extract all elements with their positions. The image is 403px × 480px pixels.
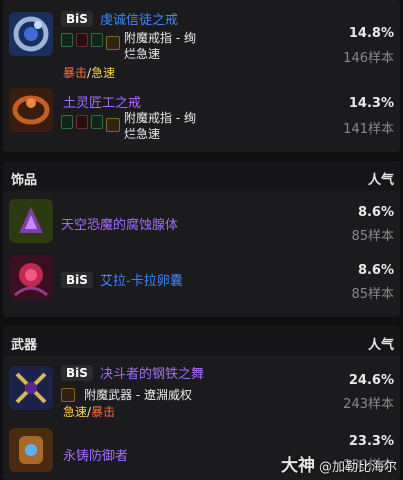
enchant-text: 附魔武器 - 遼淵威权 xyxy=(84,388,193,402)
ring-icon xyxy=(9,12,53,56)
popularity-percent: 23.3% xyxy=(348,434,394,449)
popularity-percent: 14.3% xyxy=(348,96,394,111)
enchant-icon xyxy=(106,35,120,50)
item-name[interactable]: 决斗者的钢铁之舞 xyxy=(100,367,204,382)
sample-count: 243样本 xyxy=(343,397,394,412)
popularity-header[interactable]: 人气 xyxy=(368,334,394,353)
trinkets-panel: 饰品 人气 天空恐魔的腐蚀腺体 8.6% 85样本 BiS 艾拉-卡拉卵囊 8.… xyxy=(3,161,400,317)
ring-icon xyxy=(9,88,53,132)
enchant-text: 烂急速 xyxy=(124,127,161,141)
weapon-icon xyxy=(9,366,53,410)
popularity-percent: 24.6% xyxy=(348,373,394,388)
item-name[interactable]: 天空恐魔的腐蚀腺体 xyxy=(61,218,178,233)
stat-crit: 暴击 xyxy=(63,66,88,80)
section-header: 饰品 人气 xyxy=(3,161,400,191)
section-header: 武器 人气 xyxy=(3,326,400,356)
list-item[interactable]: 天空恐魔的腐蚀腺体 8.6% 85样本 xyxy=(3,195,400,251)
gem-icon xyxy=(76,33,88,47)
trinket-icon xyxy=(9,255,53,299)
gem-icon xyxy=(61,33,73,47)
item-name[interactable]: 艾拉-卡拉卵囊 xyxy=(100,274,183,289)
enchant-text: 附魔戒指 - 绚 xyxy=(124,31,196,45)
gem-icon xyxy=(61,115,73,129)
watermark-brand: 大神 xyxy=(280,456,315,476)
item-name[interactable]: 虔诚信徒之戒 xyxy=(100,13,178,28)
watermark: 大神 @加勒比海尔 xyxy=(281,451,397,476)
item-name[interactable]: 土灵匠工之戒 xyxy=(63,96,141,111)
stat-haste: 急速 xyxy=(63,405,88,419)
enchant-icon xyxy=(106,117,120,132)
gem-icon xyxy=(91,33,103,47)
enchant-icon xyxy=(61,387,75,402)
list-item[interactable]: BiS 决斗者的钢铁之舞 附魔武器 - 遼淵威权 急速/暴击 24.6% 243… xyxy=(3,360,400,420)
stat-crit: 暴击 xyxy=(91,405,116,419)
enchant-text: 附魔戒指 - 绚 xyxy=(124,111,196,125)
weapon-icon xyxy=(9,428,53,472)
section-title: 武器 xyxy=(11,338,38,353)
watermark-handle: @加勒比海尔 xyxy=(318,460,397,475)
rings-panel: BiS 虔诚信徒之戒 附魔戒指 - 绚 烂急速 暴击/急速 14.8% 146样… xyxy=(3,0,400,152)
popularity-percent: 14.8% xyxy=(348,26,394,41)
trinket-icon xyxy=(9,199,53,243)
bis-badge: BiS xyxy=(61,364,93,381)
popularity-header[interactable]: 人气 xyxy=(368,169,394,188)
popularity-percent: 8.6% xyxy=(357,205,394,220)
sample-count: 141样本 xyxy=(343,122,394,137)
list-item[interactable]: BiS 虔诚信徒之戒 附魔戒指 - 绚 烂急速 暴击/急速 14.8% 146样… xyxy=(3,6,400,80)
gem-icon xyxy=(91,115,103,129)
bis-badge: BiS xyxy=(61,271,93,288)
bis-badge: BiS xyxy=(61,10,93,27)
stat-haste: 急速 xyxy=(91,66,116,80)
sample-count: 85样本 xyxy=(351,229,394,244)
gem-icon xyxy=(76,115,88,129)
enchant-text: 烂急速 xyxy=(124,47,161,61)
popularity-percent: 8.6% xyxy=(357,263,394,278)
sample-count: 146样本 xyxy=(343,51,394,66)
sample-count: 85样本 xyxy=(351,287,394,302)
list-item[interactable]: 土灵匠工之戒 附魔戒指 - 绚 烂急速 14.3% 141样本 xyxy=(3,86,400,146)
item-name[interactable]: 永铸防御者 xyxy=(63,449,128,464)
list-item[interactable]: BiS 艾拉-卡拉卵囊 8.6% 85样本 xyxy=(3,255,400,311)
section-title: 饰品 xyxy=(11,173,38,188)
